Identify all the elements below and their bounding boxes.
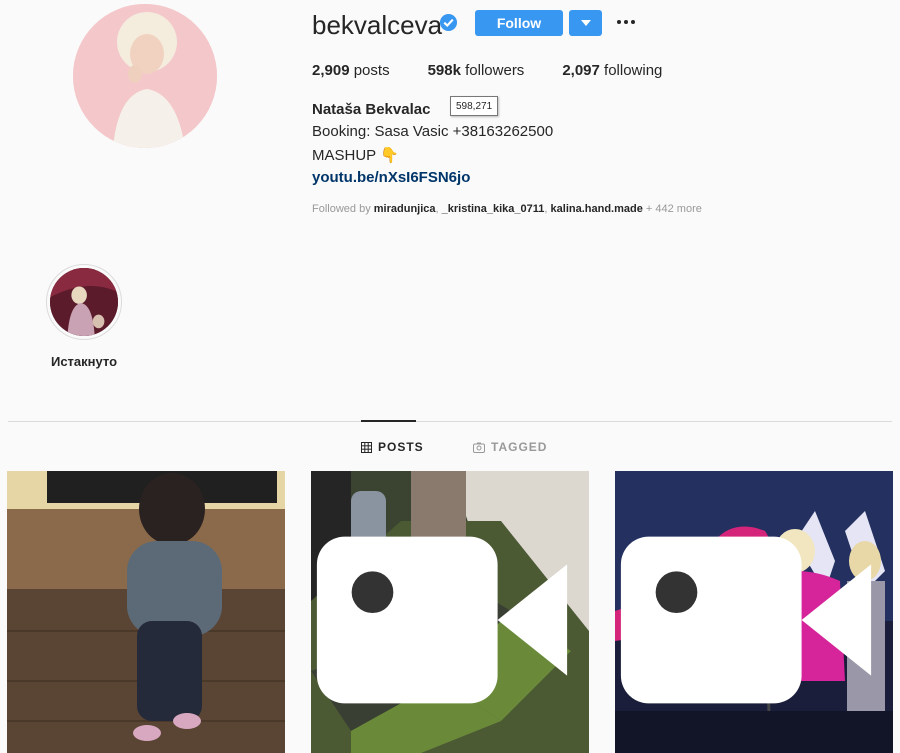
bio-line: Booking: Sasa Vasic +38163262500 — [312, 123, 554, 140]
dot-icon — [617, 20, 621, 24]
bio-line: MASHUP 👇 — [312, 147, 399, 164]
follow-button[interactable]: Follow — [475, 10, 563, 36]
dot-icon — [624, 20, 628, 24]
post-thumbnail[interactable] — [7, 471, 285, 753]
video-icon — [316, 536, 568, 704]
child-photo — [7, 471, 285, 753]
tab-posts[interactable]: POSTS — [361, 440, 424, 454]
tab-tagged[interactable]: TAGGED — [473, 440, 547, 454]
followed-by-more[interactable]: + 442 more — [643, 203, 702, 215]
video-icon — [620, 536, 872, 704]
followed-by-text: Followed by miradunjica, _kristina_kika_… — [312, 203, 702, 215]
followers-stat[interactable]: 598k followers — [428, 62, 525, 79]
following-stat[interactable]: 2,097 following — [562, 62, 662, 79]
posts-count: 2,909 — [312, 62, 350, 79]
followed-by-prefix: Followed by — [312, 203, 374, 215]
profile-username: bekvalceva — [312, 10, 443, 40]
tabs-divider — [8, 421, 892, 422]
followed-by-user[interactable]: kalina.hand.made — [551, 203, 643, 215]
followed-by-user[interactable]: _kristina_kika_0711 — [442, 203, 545, 215]
following-label: following — [604, 62, 663, 79]
tag-icon — [473, 442, 485, 453]
tab-tagged-label: TAGGED — [491, 440, 548, 454]
highlight-image — [50, 268, 118, 336]
followers-count: 598k — [427, 62, 461, 79]
post-thumbnail[interactable] — [615, 471, 893, 753]
verified-badge-icon — [439, 13, 458, 32]
tab-posts-label: POSTS — [378, 440, 424, 454]
posts-stat: 2,909 posts — [312, 62, 390, 79]
dot-icon — [631, 20, 635, 24]
highlight-label: Истакнуто — [50, 354, 118, 369]
caret-down-icon — [580, 20, 591, 26]
profile-stats: 2,909 posts 598k followers 2,097 followi… — [312, 62, 700, 79]
suggestions-dropdown-button[interactable] — [569, 10, 602, 36]
posts-label: posts — [353, 62, 390, 79]
avatar-image — [73, 4, 217, 148]
story-highlight[interactable] — [46, 264, 122, 340]
post-thumbnail[interactable] — [311, 471, 589, 753]
highlight-cover — [50, 268, 118, 336]
active-tab-indicator — [361, 420, 416, 422]
bio-link[interactable]: youtu.be/nXsI6FSN6jo — [312, 169, 470, 186]
grid-icon — [361, 441, 372, 453]
profile-avatar[interactable] — [73, 4, 217, 148]
more-options-button[interactable] — [616, 13, 636, 31]
followers-tooltip: 598,271 — [450, 96, 499, 116]
followers-label: followers — [465, 62, 525, 79]
followed-by-user[interactable]: miradunjica — [374, 203, 436, 215]
following-count: 2,097 — [562, 62, 600, 79]
profile-full-name: Nataša Bekvalac — [312, 101, 431, 118]
